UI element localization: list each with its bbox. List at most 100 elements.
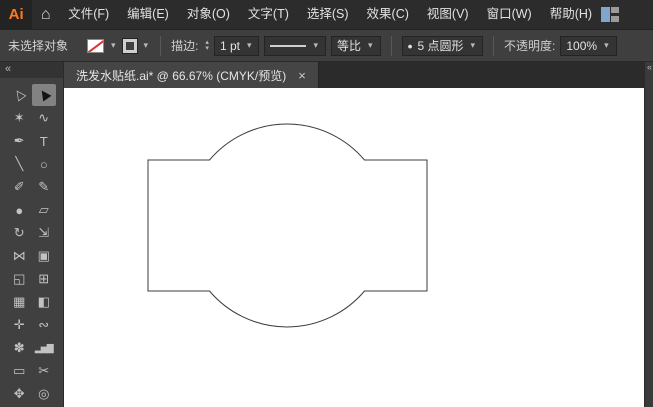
pencil-tool[interactable]: ✎	[32, 176, 57, 198]
paintbrush-tool[interactable]: ✐	[7, 176, 32, 198]
direct-selection-tool[interactable]: ▷	[7, 84, 32, 106]
pen-icon: ✒	[13, 133, 25, 148]
workspace-icon-pane-blue	[601, 7, 611, 22]
magic-wand-tool[interactable]: ✶	[7, 107, 32, 129]
chevron-down-icon: ▾	[246, 40, 252, 50]
hand-icon: ✥	[13, 386, 25, 401]
sticker-label-shape[interactable]	[147, 123, 428, 328]
chevron-down-icon: ▾	[313, 40, 319, 50]
lasso-icon: ∿	[38, 110, 50, 125]
line-segment-tool[interactable]: ╲	[7, 153, 32, 175]
workspace-switcher-icon[interactable]	[601, 7, 619, 22]
control-bar: 未选择对象 ▾ ▾ 描边: ▴ ▾ 1 pt ▾ ▾ 等比 ▾ • 5 点圆形 …	[0, 30, 653, 62]
menu-effect[interactable]: 效果(C)	[358, 0, 418, 29]
stepper-down-icon[interactable]: ▾	[205, 45, 209, 52]
magic-wand-icon: ✶	[13, 110, 25, 125]
width-tool-icon: ⋈	[12, 248, 26, 263]
brush-definition-dropdown[interactable]: • 5 点圆形 ▾	[401, 35, 484, 56]
shape-builder-icon: ◱	[13, 271, 26, 286]
menu-object[interactable]: 对象(O)	[178, 0, 239, 29]
blend-tool[interactable]: ∾	[32, 314, 57, 336]
column-graph-icon: ▂▅▇	[34, 342, 54, 353]
opacity-dropdown[interactable]: 100% ▾	[560, 35, 617, 56]
dock-expand-icon[interactable]: «	[647, 62, 652, 72]
eyedropper-icon: ✛	[13, 317, 25, 332]
type-tool[interactable]: T	[32, 130, 57, 152]
document-tab[interactable]: 洗发水贴纸.ai* @ 66.67% (CMYK/预览) ×	[64, 62, 319, 88]
scale-icon: ⇲	[38, 225, 50, 240]
document-tab-title: 洗发水贴纸.ai* @ 66.67% (CMYK/预览)	[76, 68, 287, 83]
pen-tool[interactable]: ✒	[7, 130, 32, 152]
stroke-color-swatch[interactable]	[121, 37, 138, 54]
selection-tool[interactable]: ▶	[31, 84, 56, 106]
ellipse-tool[interactable]: ○	[32, 153, 57, 175]
document-tab-bar: 洗发水贴纸.ai* @ 66.67% (CMYK/预览) ×	[64, 62, 644, 88]
line-style-preview-icon	[270, 44, 307, 47]
hand-tool[interactable]: ✥	[7, 383, 32, 405]
menu-edit[interactable]: 编辑(E)	[118, 0, 178, 29]
rotate-tool[interactable]: ↻	[7, 222, 32, 244]
artboard-tool[interactable]: ▭	[7, 360, 32, 382]
gradient-icon: ◧	[37, 294, 50, 309]
separator	[160, 35, 162, 56]
slice-tool[interactable]: ✂	[32, 360, 57, 382]
stroke-style-dropdown[interactable]: ▾	[264, 35, 327, 56]
home-icon[interactable]: ⌂	[32, 0, 59, 30]
workspace-icon-pane-top	[611, 7, 619, 13]
width-profile-dropdown[interactable]: 等比 ▾	[331, 35, 381, 56]
menu-file[interactable]: 文件(F)	[59, 0, 118, 29]
blob-brush-tool[interactable]: ●	[7, 199, 32, 221]
lasso-tool[interactable]: ∿	[32, 107, 57, 129]
menu-type[interactable]: 文字(T)	[239, 0, 298, 29]
blend-icon: ∾	[38, 317, 50, 332]
blob-brush-icon: ●	[15, 202, 24, 218]
stroke-weight-value: 1 pt	[219, 38, 240, 53]
shape-builder-tool[interactable]: ◱	[7, 268, 32, 290]
artboard-canvas[interactable]	[64, 88, 644, 407]
brush-name-value: 5 点圆形	[417, 39, 464, 53]
symbol-sprayer-tool[interactable]: ✽	[7, 337, 32, 359]
canvas-svg	[147, 123, 428, 328]
artboard-icon: ▭	[13, 363, 26, 378]
opacity-value: 100%	[566, 38, 598, 53]
stroke-weight-label: 描边:	[171, 39, 199, 53]
zoom-tool[interactable]: ◎	[32, 383, 57, 405]
fill-color-swatch-none[interactable]	[87, 38, 105, 53]
perspective-grid-icon: ⊞	[38, 271, 50, 286]
mesh-icon: ▦	[13, 294, 26, 309]
slice-icon: ✂	[38, 363, 50, 378]
stroke-weight-stepper[interactable]: ▴ ▾	[205, 39, 209, 52]
chevron-down-icon: ▾	[604, 40, 609, 50]
selection-arrow-icon: ▶	[34, 86, 53, 104]
free-transform-tool[interactable]: ▣	[32, 245, 57, 267]
chevron-down-icon: ▾	[368, 40, 373, 50]
menu-window[interactable]: 窗口(W)	[478, 0, 541, 29]
free-transform-icon: ▣	[37, 248, 50, 263]
menu-select[interactable]: 选择(S)	[298, 0, 358, 29]
stroke-dropdown-arrow-icon[interactable]: ▾	[144, 40, 149, 51]
mesh-tool[interactable]: ▦	[7, 291, 32, 313]
gradient-tool[interactable]: ◧	[32, 291, 57, 313]
stroke-weight-dropdown[interactable]: 1 pt ▾	[213, 35, 260, 56]
ellipse-icon: ○	[39, 156, 48, 172]
width-tool[interactable]: ⋈	[7, 245, 32, 267]
zoom-icon: ◎	[38, 386, 50, 401]
eraser-tool[interactable]: ▱	[32, 199, 57, 221]
symbol-sprayer-icon: ✽	[13, 340, 25, 355]
eyedropper-tool[interactable]: ✛	[7, 314, 32, 336]
menu-help[interactable]: 帮助(H)	[541, 0, 601, 29]
menu-bar: Ai ⌂ 文件(F) 编辑(E) 对象(O) 文字(T) 选择(S) 效果(C)…	[0, 0, 653, 30]
tools-panel: « ▷ ▶ ✶ ∿ ✒ T ╲ ○ ✐ ✎ ● ▱ ↻ ⇲ ⋈ ▣ ◱ ⊞ ▦ …	[0, 62, 64, 407]
illustrator-logo: Ai	[0, 0, 33, 30]
chevron-down-icon: ▾	[470, 40, 476, 50]
fill-dropdown-arrow-icon[interactable]: ▾	[111, 40, 116, 51]
direct-selection-icon: ▷	[9, 86, 28, 104]
perspective-grid-tool[interactable]: ⊞	[32, 268, 57, 290]
column-graph-tool[interactable]: ▂▅▇	[32, 337, 57, 359]
scale-tool[interactable]: ⇲	[32, 222, 57, 244]
close-icon[interactable]: ×	[298, 68, 306, 83]
menu-view[interactable]: 视图(V)	[418, 0, 478, 29]
tools-panel-collapse-button[interactable]: «	[0, 62, 63, 78]
panel-dock-collapsed[interactable]: «	[644, 62, 653, 407]
line-segment-icon: ╲	[15, 156, 24, 171]
